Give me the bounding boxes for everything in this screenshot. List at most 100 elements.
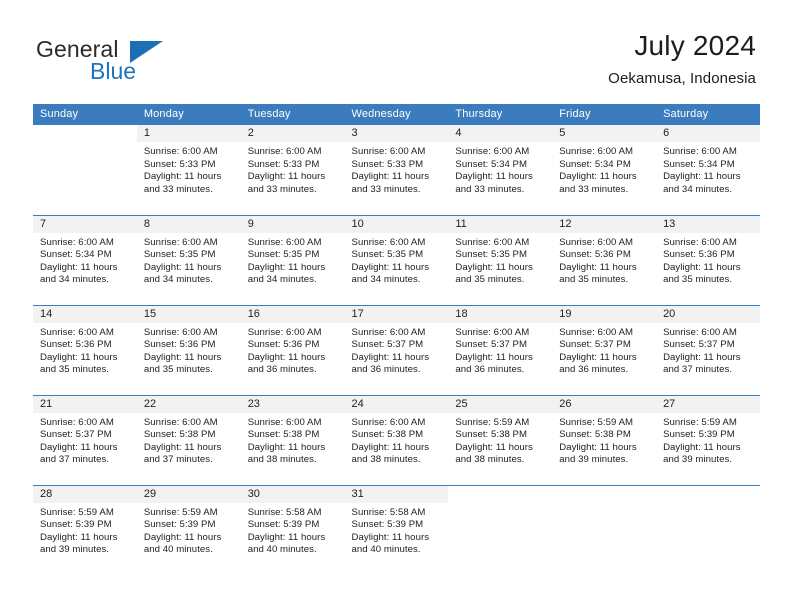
day-number: 28 <box>40 487 53 500</box>
sunset-text: Sunset: 5:39 PM <box>143 519 216 531</box>
day-cell[interactable]: 21 Sunrise: 6:00 AM Sunset: 5:37 PM Dayl… <box>33 394 137 485</box>
day-cell-inner: 5 Sunrise: 6:00 AM Sunset: 5:34 PM Dayli… <box>552 125 657 214</box>
day-cell[interactable]: 14 Sunrise: 6:00 AM Sunset: 5:36 PM Dayl… <box>33 304 137 395</box>
day-number-strip: 23 <box>240 395 345 413</box>
daylight-text-line1: Daylight: 11 hours <box>247 261 326 273</box>
day-number-strip: 28 <box>33 485 137 503</box>
day-number: 14 <box>40 307 53 320</box>
day-cell[interactable]: 13 Sunrise: 6:00 AM Sunset: 5:36 PM Dayl… <box>656 214 760 305</box>
day-cell[interactable]: 25 Sunrise: 5:59 AM Sunset: 5:38 PM Dayl… <box>448 394 553 485</box>
sunrise-text: Sunrise: 6:00 AM <box>455 236 530 248</box>
daylight-text-line2: and 40 minutes. <box>247 544 317 556</box>
day-number: 5 <box>559 127 566 139</box>
daylight-text-line1: Daylight: 11 hours <box>351 261 430 273</box>
day-number: 8 <box>143 217 150 230</box>
sunset-text: Sunset: 5:37 PM <box>455 339 528 351</box>
sunset-text: Sunset: 5:34 PM <box>455 158 528 170</box>
day-details: Sunrise: 6:00 AM Sunset: 5:33 PM Dayligh… <box>241 142 345 196</box>
sunset-text: Sunset: 5:34 PM <box>40 249 112 261</box>
sunrise-text: Sunrise: 6:00 AM <box>559 146 634 157</box>
day-cell[interactable]: 23 Sunrise: 6:00 AM Sunset: 5:38 PM Dayl… <box>240 394 345 485</box>
day-number-strip: 26 <box>552 395 657 413</box>
daylight-text-line2: and 36 minutes. <box>247 364 317 376</box>
day-number: 4 <box>455 127 462 139</box>
day-number: 11 <box>455 217 467 230</box>
day-number-strip: 11 <box>448 215 553 233</box>
day-cell[interactable]: 27 Sunrise: 5:59 AM Sunset: 5:39 PM Dayl… <box>656 394 760 485</box>
calendar-grid: Sunday Monday Tuesday Wednesday Thursday… <box>33 104 760 575</box>
daylight-text-line1: Daylight: 11 hours <box>40 531 118 543</box>
sunrise-text: Sunrise: 5:59 AM <box>455 416 530 428</box>
day-cell-inner: 6 Sunrise: 6:00 AM Sunset: 5:34 PM Dayli… <box>656 125 760 214</box>
day-cell[interactable] <box>33 125 137 215</box>
day-number-strip: 10 <box>344 215 449 233</box>
day-cell[interactable]: 2 Sunrise: 6:00 AM Sunset: 5:33 PM Dayli… <box>240 125 345 215</box>
day-cell[interactable] <box>552 484 657 575</box>
day-cell[interactable]: 5 Sunrise: 6:00 AM Sunset: 5:34 PM Dayli… <box>552 125 657 215</box>
title-block: July 2024 Oekamusa, Indonesia <box>608 28 756 90</box>
sunset-text: Sunset: 5:34 PM <box>663 158 735 170</box>
sunrise-text: Sunrise: 6:00 AM <box>663 326 737 338</box>
day-cell-inner: 20 Sunrise: 6:00 AM Sunset: 5:37 PM Dayl… <box>656 305 760 395</box>
day-cell[interactable]: 12 Sunrise: 6:00 AM Sunset: 5:36 PM Dayl… <box>552 214 657 305</box>
day-cell[interactable]: 26 Sunrise: 5:59 AM Sunset: 5:38 PM Dayl… <box>552 394 657 485</box>
daylight-text-line1: Daylight: 11 hours <box>143 261 222 273</box>
day-number-strip: 25 <box>448 395 553 413</box>
sunset-text: Sunset: 5:37 PM <box>559 339 631 351</box>
day-cell[interactable]: 24 Sunrise: 6:00 AM Sunset: 5:38 PM Dayl… <box>344 394 449 485</box>
sunset-text: Sunset: 5:39 PM <box>351 519 424 531</box>
day-cell-inner: 17 Sunrise: 6:00 AM Sunset: 5:37 PM Dayl… <box>344 305 449 395</box>
day-number: 17 <box>351 307 364 320</box>
day-cell[interactable]: 16 Sunrise: 6:00 AM Sunset: 5:36 PM Dayl… <box>240 304 345 395</box>
day-cell[interactable]: 3 Sunrise: 6:00 AM Sunset: 5:33 PM Dayli… <box>344 125 449 215</box>
general-blue-logo[interactable]: General Blue <box>36 36 236 88</box>
day-cell-inner: 4 Sunrise: 6:00 AM Sunset: 5:34 PM Dayli… <box>448 125 553 214</box>
daylight-text-line2: and 34 minutes. <box>40 274 110 286</box>
day-details: Sunrise: 6:00 AM Sunset: 5:34 PM Dayligh… <box>33 233 137 287</box>
day-cell[interactable]: 17 Sunrise: 6:00 AM Sunset: 5:37 PM Dayl… <box>344 304 449 395</box>
day-number-strip <box>552 486 656 503</box>
day-cell[interactable]: 30 Sunrise: 5:58 AM Sunset: 5:39 PM Dayl… <box>240 484 345 575</box>
day-cell[interactable]: 19 Sunrise: 6:00 AM Sunset: 5:37 PM Dayl… <box>552 304 657 395</box>
day-details: Sunrise: 6:00 AM Sunset: 5:37 PM Dayligh… <box>552 323 656 377</box>
day-cell[interactable]: 20 Sunrise: 6:00 AM Sunset: 5:37 PM Dayl… <box>656 304 760 395</box>
day-cell[interactable]: 7 Sunrise: 6:00 AM Sunset: 5:34 PM Dayli… <box>33 214 137 305</box>
daylight-text-line2: and 33 minutes. <box>455 183 525 195</box>
sunset-text: Sunset: 5:36 PM <box>559 249 631 261</box>
day-cell[interactable]: 4 Sunrise: 6:00 AM Sunset: 5:34 PM Dayli… <box>448 125 553 215</box>
day-cell[interactable]: 8 Sunrise: 6:00 AM Sunset: 5:35 PM Dayli… <box>136 214 241 305</box>
sunrise-text: Sunrise: 6:00 AM <box>40 236 114 248</box>
daylight-text-line2: and 36 minutes. <box>351 364 421 376</box>
sunset-text: Sunset: 5:35 PM <box>351 249 424 261</box>
daylight-text-line1: Daylight: 11 hours <box>559 171 637 183</box>
day-details: Sunrise: 6:00 AM Sunset: 5:34 PM Dayligh… <box>656 142 760 196</box>
day-cell[interactable] <box>448 484 553 575</box>
day-details: Sunrise: 6:00 AM Sunset: 5:38 PM Dayligh… <box>137 413 241 467</box>
day-cell[interactable]: 11 Sunrise: 6:00 AM Sunset: 5:35 PM Dayl… <box>448 214 553 305</box>
day-details: Sunrise: 6:00 AM Sunset: 5:37 PM Dayligh… <box>656 323 760 377</box>
day-cell[interactable]: 31 Sunrise: 5:58 AM Sunset: 5:39 PM Dayl… <box>344 484 449 575</box>
day-cell[interactable]: 15 Sunrise: 6:00 AM Sunset: 5:36 PM Dayl… <box>136 304 241 395</box>
day-details: Sunrise: 6:00 AM Sunset: 5:34 PM Dayligh… <box>552 142 656 196</box>
day-cell[interactable]: 6 Sunrise: 6:00 AM Sunset: 5:34 PM Dayli… <box>656 125 760 215</box>
day-cell[interactable]: 18 Sunrise: 6:00 AM Sunset: 5:37 PM Dayl… <box>448 304 553 395</box>
sunset-text: Sunset: 5:37 PM <box>40 429 112 441</box>
day-cell[interactable]: 1 Sunrise: 6:00 AM Sunset: 5:33 PM Dayli… <box>136 125 241 215</box>
day-cell[interactable]: 28 Sunrise: 5:59 AM Sunset: 5:39 PM Dayl… <box>33 484 137 575</box>
sunset-text: Sunset: 5:36 PM <box>40 339 112 351</box>
sunrise-text: Sunrise: 6:00 AM <box>559 326 634 338</box>
masthead: General Blue July 2024 Oekamusa, Indones… <box>0 0 792 100</box>
day-number: 25 <box>455 397 468 410</box>
calendar-page: General Blue July 2024 Oekamusa, Indones… <box>0 0 792 612</box>
daylight-text-line2: and 37 minutes. <box>40 454 110 466</box>
day-number-strip: 21 <box>33 395 137 413</box>
day-details: Sunrise: 6:00 AM Sunset: 5:37 PM Dayligh… <box>33 413 137 467</box>
day-cell[interactable]: 22 Sunrise: 6:00 AM Sunset: 5:38 PM Dayl… <box>136 394 241 485</box>
day-cell[interactable]: 29 Sunrise: 5:59 AM Sunset: 5:39 PM Dayl… <box>136 484 241 575</box>
day-cell[interactable]: 10 Sunrise: 6:00 AM Sunset: 5:35 PM Dayl… <box>344 214 449 305</box>
daylight-text-line2: and 39 minutes. <box>559 454 629 466</box>
day-cell[interactable]: 9 Sunrise: 6:00 AM Sunset: 5:35 PM Dayli… <box>240 214 345 305</box>
week-row: 1 Sunrise: 6:00 AM Sunset: 5:33 PM Dayli… <box>33 125 760 215</box>
day-cell[interactable] <box>656 484 760 575</box>
daylight-text-line1: Daylight: 11 hours <box>559 261 637 273</box>
